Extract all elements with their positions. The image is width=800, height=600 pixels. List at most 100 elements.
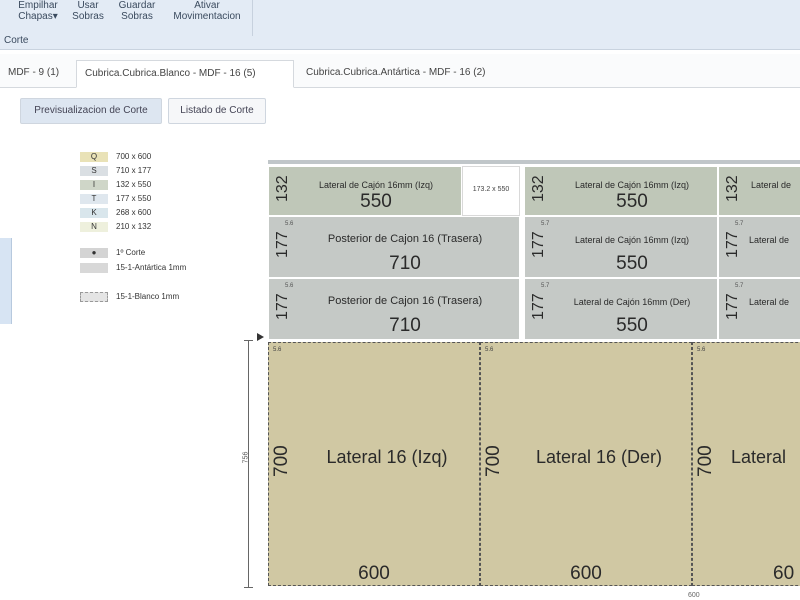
piece-code: 5.6 [697, 347, 706, 353]
piece-title: Lateral de Cajón 16mm (Der) [573, 297, 691, 307]
piece-width-label: 177 [274, 293, 291, 320]
piece-title: Lateral de Cajón 16mm (Izq) [318, 180, 434, 190]
legend-edge-label: 15-1-Blanco 1mm [116, 292, 180, 301]
legend-dims: 710 x 177 [116, 166, 152, 175]
cut-piece[interactable]: 132 Lateral de Cajón 16mm (Izq) 550 [524, 166, 718, 216]
first-cut-arrow-icon [257, 333, 264, 341]
cut-piece[interactable]: 5.6 177 Posterior de Cajon 16 (Trasera) … [268, 216, 520, 278]
legend-edge-label: 15-1-Antártica 1mm [116, 263, 187, 272]
legend-swatch: N [80, 222, 108, 232]
piece-code: 5.7 [735, 283, 744, 289]
piece-width-label: 600 [570, 563, 602, 584]
legend-edge-swatch [80, 292, 108, 302]
piece-length-label: 710 [389, 315, 421, 336]
piece-code: 5.7 [735, 221, 744, 227]
board-top-strip [268, 160, 800, 164]
legend-swatch: S [80, 166, 108, 176]
piece-width-label: 177 [724, 293, 741, 320]
cut-list-button[interactable]: Listado de Corte [168, 98, 266, 124]
piece-width-label: 600 [358, 563, 390, 584]
piece-title: Lateral de [749, 235, 790, 245]
legend-dims: 132 x 550 [116, 180, 152, 189]
ribbon-group-label: Corte [4, 35, 29, 46]
legend-dims: 210 x 132 [116, 222, 152, 231]
piece-code: 5.6 [273, 347, 282, 353]
piece-width-label: 132 [724, 175, 741, 202]
piece-title: Lateral 16 (Der) [535, 447, 663, 467]
piece-title: Lateral 16 (Izq) [326, 447, 448, 467]
piece-height-label: 700 [695, 445, 716, 477]
piece-code: 5.6 [485, 347, 494, 353]
legend-cut-label: 1º Corte [116, 248, 146, 257]
cut-piece[interactable]: 5.7 177 Lateral de [718, 278, 800, 340]
piece-title: Posterior de Cajon 16 (Trasera) [327, 233, 483, 245]
cut-piece[interactable]: 5.7 177 Lateral de Cajón 16mm (Der) 550 [524, 278, 718, 340]
cut-piece[interactable]: 5.7 177 Lateral de [718, 216, 800, 278]
piece-title: Lateral de Cajón 16mm (Izq) [574, 180, 690, 190]
activate-movement-button[interactable]: Ativar Movimentacion [164, 0, 250, 22]
piece-title: Lateral [731, 447, 787, 467]
legend-dims: 700 x 600 [116, 152, 152, 161]
piece-length-label: 550 [360, 191, 392, 212]
legend-swatch: T [80, 194, 108, 204]
tab-blanco-mdf-16[interactable]: Cubrica.Cubrica.Blanco - MDF - 16 (5) [76, 60, 294, 88]
piece-width-label: 177 [530, 293, 547, 320]
cut-piece[interactable]: 132 Lateral de [718, 166, 800, 216]
legend-item: K 268 x 600 [80, 206, 230, 220]
piece-width-label: 132 [530, 175, 547, 202]
piece-width-label: 177 [274, 231, 291, 258]
vertical-dimension-label: 756 [242, 451, 250, 464]
piece-code: 5.7 [541, 221, 550, 227]
piece-length-label: 550 [616, 191, 648, 212]
piece-width-label: 132 [274, 175, 291, 202]
cut-preview-button[interactable]: Previsualizacion de Corte [20, 98, 162, 124]
piece-title: Lateral de [751, 180, 792, 190]
cut-piece-large[interactable]: 5.6 700 Lateral 60 [692, 342, 800, 586]
waste-area[interactable]: 173.2 x 550 [462, 166, 520, 216]
vertical-dimension-line [244, 340, 253, 588]
piece-width-label: 177 [724, 231, 741, 258]
piece-width-label: 177 [530, 231, 547, 258]
ribbon-toolbar: Empilhar Chapas▾ Usar Sobras Guardar Sob… [0, 0, 800, 50]
piece-height-label: 700 [271, 445, 292, 477]
piece-width-label: 60 [773, 563, 795, 584]
cut-piece-large[interactable]: 5.6 700 Lateral 16 (Izq) 600 [268, 342, 480, 586]
legend-dims: 268 x 600 [116, 208, 152, 217]
cut-piece[interactable]: 5.7 177 Lateral de Cajón 16mm (Izq) 550 [524, 216, 718, 278]
save-offcuts-button[interactable]: Guardar Sobras [110, 0, 164, 22]
legend-cut-icon: ● [80, 248, 108, 258]
dimension-cap [244, 587, 253, 588]
legend-item: N 210 x 132 [80, 220, 230, 234]
legend-swatch: I [80, 180, 108, 190]
piece-code: 5.6 [285, 283, 294, 289]
tab-mdf-9[interactable]: MDF - 9 (1) [0, 60, 74, 88]
piece-title: Posterior de Cajon 16 (Trasera) [327, 295, 483, 307]
use-offcuts-button[interactable]: Usar Sobras [66, 0, 110, 22]
legend-edge-item: 15-1-Antártica 1mm [80, 263, 230, 285]
left-panel-handle[interactable] [0, 238, 12, 324]
tab-antartica-mdf-16[interactable]: Cubrica.Cubrica.Antártica - MDF - 16 (2) [298, 60, 538, 88]
legend-swatch: K [80, 208, 108, 218]
piece-length-label: 550 [616, 253, 648, 274]
piece-title: Lateral de Cajón 16mm (Izq) [574, 235, 690, 245]
piece-code: 5.6 [285, 221, 294, 227]
legend-item: I 132 x 550 [80, 178, 230, 192]
piece-length-label: 710 [389, 253, 421, 274]
legend-item: S 710 x 177 [80, 164, 230, 178]
piece-length-label: 550 [616, 315, 648, 336]
legend-edge-swatch [80, 263, 108, 273]
cutting-board: 132 Lateral de Cajón 16mm (Izq) 550 173.… [268, 160, 800, 600]
cut-piece-large[interactable]: 5.6 700 Lateral 16 (Der) 600 [480, 342, 692, 586]
ribbon-separator [252, 0, 253, 36]
legend-edge-item: 15-1-Blanco 1mm [80, 290, 230, 304]
material-tabs: MDF - 9 (1) Cubrica.Cubrica.Blanco - MDF… [0, 54, 800, 88]
legend-cut-item: ● 1º Corte [80, 246, 230, 260]
cut-piece[interactable]: 132 Lateral de Cajón 16mm (Izq) 550 [268, 166, 462, 216]
legend-item: T 177 x 550 [80, 192, 230, 206]
piece-title: Lateral de [749, 297, 790, 307]
cut-piece[interactable]: 5.6 177 Posterior de Cajon 16 (Trasera) … [268, 278, 520, 340]
piece-height-label: 700 [483, 445, 504, 477]
dimension-cap [244, 340, 253, 341]
piece-code: 5.7 [541, 283, 550, 289]
stack-sheets-button[interactable]: Empilhar Chapas▾ [12, 0, 64, 22]
